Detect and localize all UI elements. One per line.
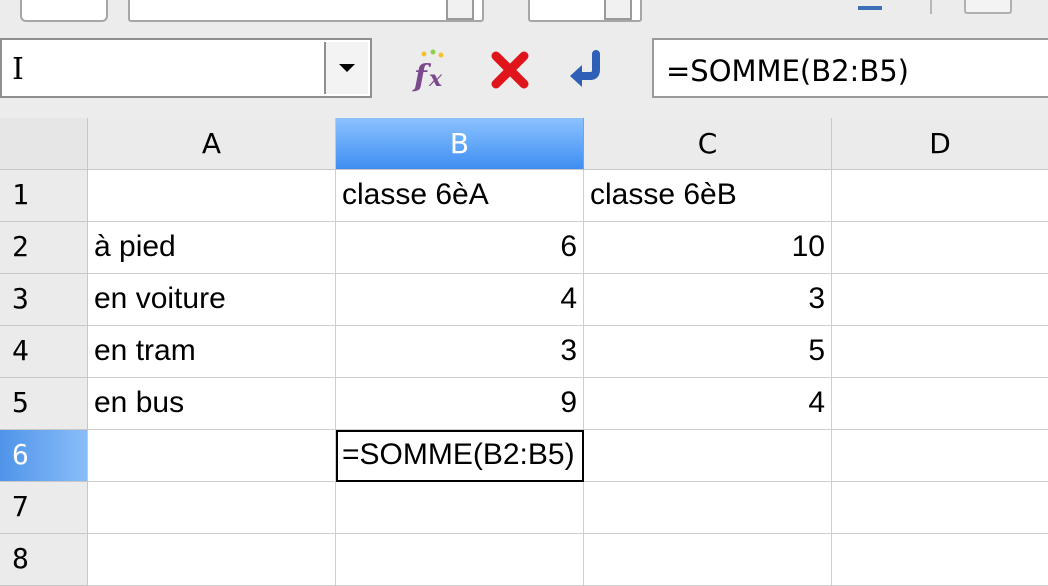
cell-c2[interactable]: 10	[584, 222, 832, 274]
row-header-8[interactable]: 8	[0, 534, 88, 586]
accept-button[interactable]	[562, 46, 610, 94]
cell-b2[interactable]: 6	[336, 222, 584, 274]
spreadsheet-grid: A B C D 1 2 3 4 5 6 7 8 classe 6èA class…	[0, 118, 1048, 586]
formula-input[interactable]: =SOMME(B2:B5)	[652, 38, 1048, 98]
cell-b1[interactable]: classe 6èA	[336, 170, 584, 222]
cell-b3[interactable]: 4	[336, 274, 584, 326]
cell-c3[interactable]: 3	[584, 274, 832, 326]
function-wizard-icon: f x	[412, 49, 444, 92]
cell-d3[interactable]	[832, 274, 1048, 326]
cell-a5[interactable]: en bus	[88, 378, 336, 430]
cell-b8[interactable]	[336, 534, 584, 586]
column-header-a[interactable]: A	[88, 118, 336, 170]
column-header-d[interactable]: D	[832, 118, 1048, 170]
size-dropdown-button[interactable]	[604, 0, 632, 20]
dropdown-arrow-icon	[339, 64, 355, 72]
svg-text:x: x	[428, 66, 443, 92]
cell-c1[interactable]: classe 6èB	[584, 170, 832, 222]
toolbar-button[interactable]	[964, 0, 1012, 14]
font-dropdown-button[interactable]	[446, 0, 474, 20]
cell-d4[interactable]	[832, 326, 1048, 378]
cell-d8[interactable]	[832, 534, 1048, 586]
cell-b5[interactable]: 9	[336, 378, 584, 430]
cell-a7[interactable]	[88, 482, 336, 534]
toolbar-separator	[930, 0, 932, 14]
cell-a2[interactable]: à pied	[88, 222, 336, 274]
cell-a1[interactable]	[88, 170, 336, 222]
cell-a4[interactable]: en tram	[88, 326, 336, 378]
cell-c7[interactable]	[584, 482, 832, 534]
cell-d1[interactable]	[832, 170, 1048, 222]
row-header-5[interactable]: 5	[0, 378, 88, 430]
cell-d7[interactable]	[832, 482, 1048, 534]
accept-icon	[570, 50, 600, 87]
cell-a6[interactable]	[88, 430, 336, 482]
cell-d5[interactable]	[832, 378, 1048, 430]
cancel-button[interactable]	[486, 46, 534, 94]
name-box-value: I	[12, 52, 24, 87]
toolbar-font-box[interactable]	[128, 0, 484, 22]
row-header-4[interactable]: 4	[0, 326, 88, 378]
top-toolbar	[0, 0, 1048, 29]
function-wizard-button[interactable]: f x	[408, 46, 456, 94]
toolbar-control[interactable]	[20, 0, 108, 22]
cancel-icon	[491, 51, 529, 89]
cell-d2[interactable]	[832, 222, 1048, 274]
cell-b7[interactable]	[336, 482, 584, 534]
cell-b4[interactable]: 3	[336, 326, 584, 378]
cell-a3[interactable]: en voiture	[88, 274, 336, 326]
column-header-b[interactable]: B	[336, 118, 584, 170]
cell-b6[interactable]: =SOMME(B2:B5)	[336, 430, 584, 482]
row-header-2[interactable]: 2	[0, 222, 88, 274]
column-header-c[interactable]: C	[584, 118, 832, 170]
row-header-3[interactable]: 3	[0, 274, 88, 326]
formula-bar: I f x =SOMME(B2:B5)	[0, 28, 1048, 118]
name-box-dropdown-button[interactable]	[324, 42, 368, 94]
row-header-6[interactable]: 6	[0, 430, 88, 482]
cell-c5[interactable]: 4	[584, 378, 832, 430]
name-box[interactable]: I	[0, 38, 372, 98]
row-header-1[interactable]: 1	[0, 170, 88, 222]
cell-a8[interactable]	[88, 534, 336, 586]
cell-d6[interactable]	[832, 430, 1048, 482]
toolbar-blue-icon[interactable]	[858, 6, 882, 10]
cell-c4[interactable]: 5	[584, 326, 832, 378]
select-all-corner[interactable]	[0, 118, 88, 170]
cell-c8[interactable]	[584, 534, 832, 586]
row-header-7[interactable]: 7	[0, 482, 88, 534]
cell-c6[interactable]	[584, 430, 832, 482]
formula-text: =SOMME(B2:B5)	[666, 54, 909, 88]
